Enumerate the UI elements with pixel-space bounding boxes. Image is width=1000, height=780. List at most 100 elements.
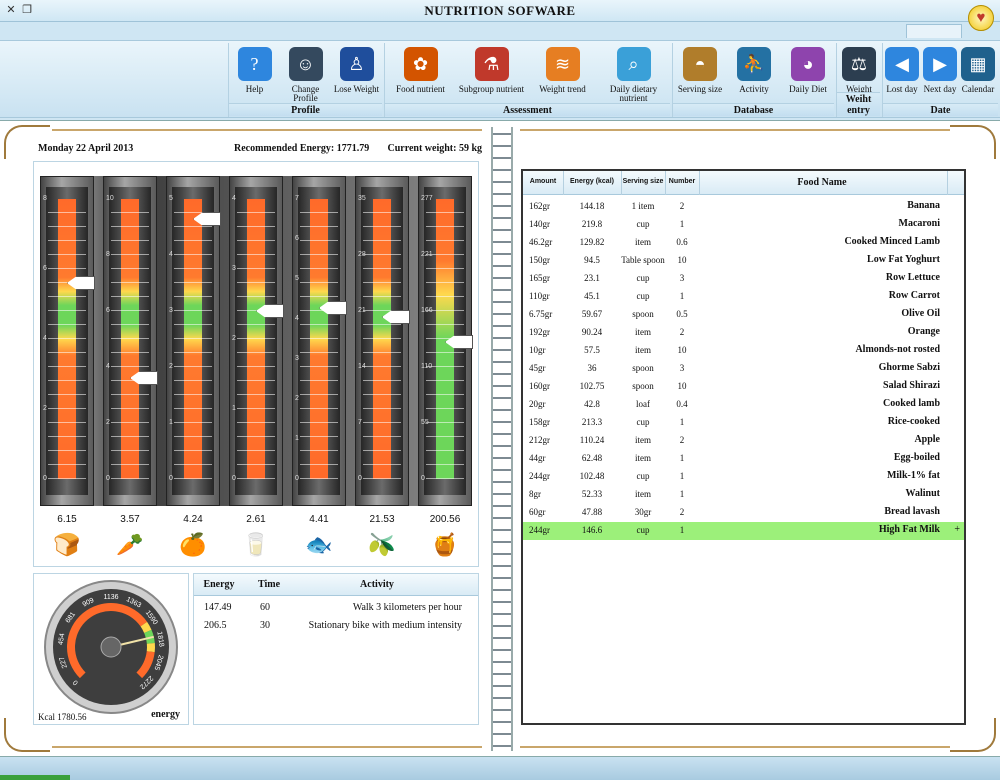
- gauge-value: 6.15: [57, 514, 77, 525]
- col-time[interactable]: Time: [246, 579, 292, 590]
- food-row[interactable]: 165gr 23.1 cup 3 Row Lettuce: [523, 270, 964, 288]
- food-serving: item: [635, 435, 651, 445]
- activity-name: Walk 3 kilometers per hour: [352, 602, 462, 613]
- food-row[interactable]: 6.75gr 59.67 spoon 0.5 Olive Oil: [523, 306, 964, 324]
- gauge-value: 4.41: [309, 514, 329, 525]
- top-tab[interactable]: [906, 24, 962, 38]
- ribbon-button[interactable]: ⌕ Daily dietary nutrient: [598, 47, 669, 103]
- energy-dial: 0227454681909 1136 13631590181820452272: [44, 580, 178, 714]
- ribbon-button-label: Daily Diet: [789, 84, 827, 94]
- food-energy: 59.67: [581, 309, 603, 319]
- food-name: Olive Oil: [901, 308, 940, 319]
- food-row[interactable]: 20gr 42.8 loaf 0.4 Cooked lamb: [523, 396, 964, 414]
- border-line: [52, 746, 482, 748]
- col-energy[interactable]: Energy (kcal): [563, 178, 621, 185]
- gauge-ticks: [174, 199, 212, 479]
- dial-hub: [100, 636, 122, 658]
- col-amount[interactable]: Amount: [523, 178, 563, 185]
- food-row[interactable]: 10gr 57.5 item 10 Almonds-not rosted: [523, 342, 964, 360]
- gauge-ticks: [300, 199, 338, 479]
- molecule-icon: ✿: [403, 47, 438, 81]
- food-number: 10: [677, 345, 687, 355]
- food-name: Cooked Minced Lamb: [844, 236, 940, 247]
- food-serving: spoon: [632, 309, 654, 319]
- food-serving: cup: [636, 291, 650, 301]
- ribbon-button[interactable]: ▦ Calendar: [959, 47, 997, 94]
- food-amount: 45gr: [529, 363, 546, 373]
- food-serving: 30gr: [634, 507, 652, 517]
- gauge-scale-label: 28: [358, 251, 366, 258]
- food-energy: 45.1: [584, 291, 600, 301]
- food-serving: spoon: [632, 363, 654, 373]
- food-number: 1: [679, 291, 685, 301]
- food-row[interactable]: 244gr 146.6 cup 1 High Fat Milk +: [523, 522, 964, 540]
- food-row[interactable]: 8gr 52.33 item 1 Walinut: [523, 486, 964, 504]
- ribbon-button-label: Help: [245, 84, 264, 94]
- ribbon-button[interactable]: ≋ Weight trend: [527, 47, 598, 94]
- gauge-scale-label: 4: [43, 335, 47, 342]
- pie-icon: ◕: [791, 47, 825, 81]
- food-header: Amount Energy (kcal) Serving size Number…: [523, 171, 964, 195]
- gauge-scale-label: 0: [358, 475, 362, 482]
- food-name: Apple: [914, 434, 940, 445]
- fish-icon: 🐟: [305, 532, 333, 557]
- kcal-label: Kcal 1780.56: [38, 712, 87, 722]
- ribbon-button[interactable]: ⚗ Subgroup nutrient: [456, 47, 527, 94]
- food-row[interactable]: 192gr 90.24 item 2 Orange: [523, 324, 964, 342]
- col-activity[interactable]: Activity: [294, 579, 460, 590]
- ribbon-button[interactable]: ? Help: [229, 47, 280, 94]
- ribbon-button[interactable]: ⛹ Activity: [727, 47, 781, 94]
- food-row[interactable]: 244gr 102.48 cup 1 Milk-1% fat: [523, 468, 964, 486]
- gauge-scale-label: 110: [421, 363, 433, 370]
- gauge-column: 7 6 5 4 3 2 1 0: [292, 176, 347, 506]
- food-row[interactable]: 44gr 62.48 item 1 Egg-boiled: [523, 450, 964, 468]
- food-energy: 90.24: [581, 327, 603, 337]
- ribbon-button-label: Subgroup nutrient: [458, 84, 525, 94]
- border-line: [52, 129, 482, 131]
- food-amount: 165gr: [529, 273, 550, 283]
- border-line: [520, 746, 950, 748]
- food-row[interactable]: 158gr 213.3 cup 1 Rice-cooked: [523, 414, 964, 432]
- col-energy[interactable]: Energy: [194, 579, 244, 590]
- activity-row[interactable]: 206.5 30 Stationary bike with medium inten…: [194, 618, 478, 636]
- recommended-energy: Recommended Energy: 1771.79: [234, 143, 370, 154]
- food-amount: 212gr: [529, 435, 550, 445]
- energy-gauge: 0 227 454 681 909 1136 1363 1590 1818 2045 2272 Kc…: [33, 573, 189, 725]
- food-row[interactable]: 140gr 219.8 cup 1 Macaroni: [523, 216, 964, 234]
- calendar-icon: ▦: [961, 47, 995, 81]
- food-row[interactable]: 150gr 94.5 Table spoon 10 Low Fat Yoghurt: [523, 252, 964, 270]
- ribbon-button[interactable]: ◓ Serving size: [673, 47, 727, 94]
- col-number[interactable]: Number: [665, 178, 699, 185]
- food-row[interactable]: 46.2gr 129.82 item 0.6 Cooked Minced Lamb: [523, 234, 964, 252]
- ribbon-group-label: Database: [673, 103, 834, 116]
- col-serving[interactable]: Serving size: [621, 178, 665, 185]
- activity-name: Stationary bike with medium intensity: [308, 620, 462, 631]
- food-amount: 6.75gr: [529, 309, 553, 319]
- activity-row[interactable]: 147.49 60 Walk 3 kilometers per hour: [194, 600, 478, 618]
- ribbon-button[interactable]: ◀ Lost day: [883, 47, 921, 94]
- ribbon-button-label: Daily dietary nutrient: [609, 84, 658, 103]
- col-food-name[interactable]: Food Name: [699, 177, 945, 188]
- gauge-scale-label: 0: [295, 475, 299, 482]
- gauge-scale-label: 3: [232, 265, 236, 272]
- ribbon-button[interactable]: ▶ Next day: [921, 47, 959, 94]
- dial-tick-label: 1136: [103, 594, 118, 601]
- ribbon-button[interactable]: ✿ Food nutrient: [385, 47, 456, 94]
- milk-icon: 🥛: [242, 532, 270, 557]
- ribbon-button[interactable]: ⚖ Weight: [837, 47, 881, 94]
- food-row[interactable]: 60gr 47.88 30gr 2 Bread lavash: [523, 504, 964, 522]
- food-number: 1: [679, 525, 685, 535]
- food-name: Salad Shirazi: [883, 380, 940, 391]
- food-number: 1: [679, 219, 685, 229]
- food-row[interactable]: 212gr 110.24 item 2 Apple: [523, 432, 964, 450]
- food-amount: 192gr: [529, 327, 550, 337]
- heart-icon[interactable]: ♥: [968, 5, 994, 31]
- food-row[interactable]: 110gr 45.1 cup 1 Row Carrot: [523, 288, 964, 306]
- food-row[interactable]: 162gr 144.18 1 item 2 Banana: [523, 198, 964, 216]
- food-row[interactable]: 160gr 102.75 spoon 10 Salad Shirazi: [523, 378, 964, 396]
- food-row[interactable]: 45gr 36 spoon 3 Ghorme Sabzi: [523, 360, 964, 378]
- ribbon-button[interactable]: ◕ Daily Diet: [781, 47, 835, 94]
- ribbon-button[interactable]: ☺ Change Profile: [280, 47, 331, 103]
- food-name: Bread lavash: [884, 506, 940, 517]
- ribbon-button[interactable]: ♙ Lose Weight: [331, 47, 382, 94]
